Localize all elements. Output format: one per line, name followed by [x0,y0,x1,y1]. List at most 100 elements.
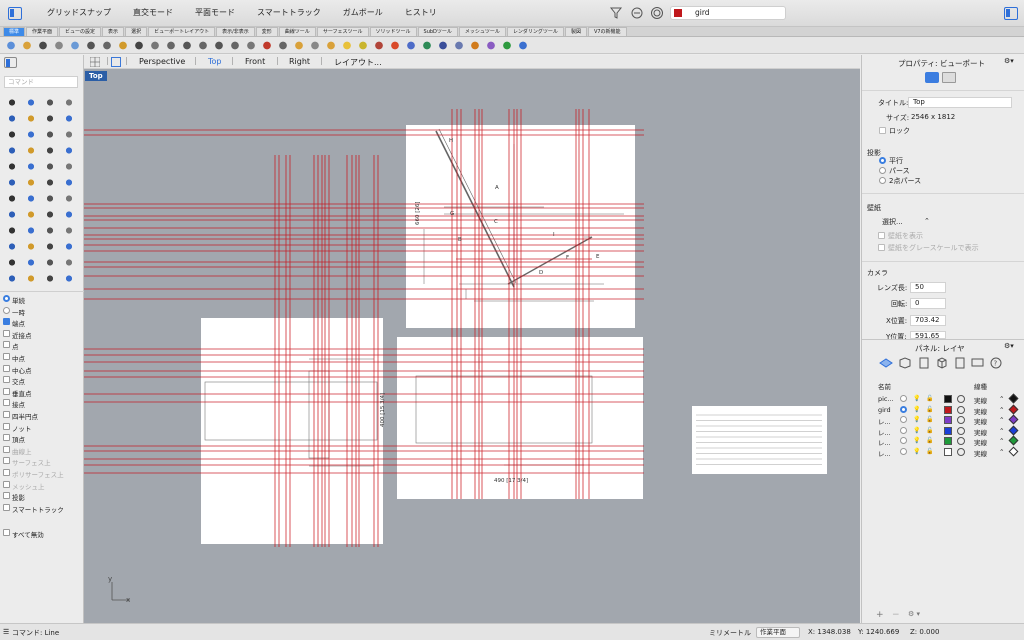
env-icon[interactable] [420,38,434,52]
page-icon[interactable] [955,357,965,369]
xpos-field[interactable]: 703.42 [910,315,946,326]
tool-button[interactable] [24,128,38,141]
car-icon[interactable] [260,38,274,52]
tool-button[interactable] [43,176,57,189]
drawing-letter-label[interactable]: D [539,270,543,276]
tool-button[interactable] [24,208,38,221]
help-icon[interactable]: ? [990,357,1002,369]
add-layer-button[interactable]: + [876,610,884,620]
tool-button[interactable] [24,160,38,173]
gear-icon[interactable]: ⚙▾ [1004,57,1014,65]
tool-button[interactable] [43,208,57,221]
drawing-letter-label[interactable]: F [566,255,569,261]
toolbar-tab[interactable]: レンダリングツール [506,27,564,36]
layer-row[interactable]: レ... 💡 🔓 実線 ⌃ [862,435,1024,447]
wallpaper-select[interactable]: 選択... [882,217,903,227]
material-circle-icon[interactable] [957,426,965,435]
drawing-letter-label[interactable]: B [458,237,462,243]
filter-icon[interactable] [468,38,482,52]
lock-icon[interactable]: 🔓 [926,437,933,444]
drawing-sheet[interactable] [406,125,635,328]
zoom-icon[interactable] [180,38,194,52]
undo-icon[interactable] [132,38,146,52]
grid-icon[interactable] [244,38,258,52]
tab-perspective[interactable]: Perspective [139,57,185,66]
tab-top[interactable]: Top [208,57,222,66]
layer-name[interactable]: レ... [878,448,891,458]
layer-current-radio[interactable] [900,395,907,402]
tool-button[interactable] [43,192,57,205]
material-circle-icon[interactable] [957,395,965,403]
osnap-item[interactable]: 四半円点 [3,411,38,421]
layer-name[interactable]: レ... [878,427,891,437]
dimension-label[interactable]: 400 [15 3/4] [380,393,386,427]
lock-icon[interactable]: 🔓 [926,448,933,455]
osnap-mode-1[interactable]: 一時 [3,306,25,317]
toolbar-tab[interactable]: 標準 [3,27,26,36]
layer-color-swatch[interactable] [944,405,952,414]
osnap-item[interactable]: ポリサーフェス上 [3,469,64,479]
tool-button[interactable] [62,96,76,109]
viewport-title[interactable]: Top [85,71,107,81]
layer-current-radio[interactable] [900,447,907,455]
layer-row[interactable]: レ... 💡 🔓 実線 ⌃ [862,425,1024,437]
tool-button[interactable] [5,160,19,173]
new-file-icon[interactable] [4,38,18,52]
tool-button[interactable] [43,128,57,141]
sidebar-toggle-right-icon[interactable] [1004,7,1018,20]
layer-linetype[interactable]: 実線 [974,395,987,405]
osnap-checkbox[interactable] [3,329,10,337]
chevron-updown-icon[interactable]: ⌃ [999,416,1004,424]
layer-name[interactable]: pic... [878,395,894,403]
osnap-item[interactable]: スマートトラック [3,503,64,514]
osnap-item[interactable]: 垂直点 [3,387,32,398]
drawing-canvas[interactable]: HAGCBIF ED660 [26]400 [15 3/4]490 [17 3/4… [84,69,860,623]
save-icon[interactable] [36,38,50,52]
layer-icon[interactable] [324,38,338,52]
planar-toggle[interactable]: 平面モード [194,7,236,18]
osnap-item[interactable]: 投影 [3,492,25,502]
layer-linetype[interactable]: 実線 [974,416,987,426]
layer-current-radio[interactable] [900,405,907,413]
tool-button[interactable] [5,272,19,285]
ortho-toggle[interactable]: 直交モード [132,7,174,18]
layer-linetype[interactable]: 実線 [974,437,987,447]
tool-button[interactable] [5,144,19,157]
layer-color-swatch[interactable] [944,395,952,403]
osnap-item[interactable]: 点 [3,341,19,351]
title-field[interactable]: Top [908,97,1012,108]
layer-current-radio[interactable] [900,416,907,423]
toolbar-tab[interactable]: 作業平面 [26,27,59,36]
tool-button[interactable] [62,224,76,237]
rotate-view-icon[interactable] [164,38,178,52]
osnap-checkbox[interactable] [3,492,10,500]
drawing-sheet[interactable] [692,406,827,474]
sphere-icon[interactable] [404,38,418,52]
tool-button[interactable] [62,160,76,173]
chevron-updown-icon[interactable]: ⌃ [924,217,930,225]
osnap-checkbox[interactable] [3,529,10,537]
bulb-icon[interactable]: 💡 [913,448,920,455]
tool-button[interactable] [43,224,57,237]
sphere2-icon[interactable] [436,38,450,52]
osnap-item[interactable]: 近接点 [3,329,32,340]
osnap-mode-radio[interactable] [3,306,10,314]
tab-front[interactable]: Front [245,57,265,66]
projection-parallel-radio[interactable] [879,157,886,164]
layer-color-swatch[interactable] [944,447,952,456]
cube-icon[interactable] [937,357,947,369]
tool-button[interactable] [24,96,38,109]
layer-linetype[interactable]: 実線 [974,406,987,416]
osnap-checkbox[interactable] [3,318,10,326]
gumball-icon[interactable] [630,6,644,20]
brush-icon[interactable] [484,38,498,52]
osnap-item[interactable]: 曲線上 [3,445,32,456]
print-color-diamond-icon[interactable] [1008,425,1019,435]
drawing-letter-label[interactable]: C [494,219,498,225]
osnap-item[interactable]: 頂点 [3,434,25,444]
tool-button[interactable] [62,256,76,269]
layer-color-swatch[interactable] [944,426,952,435]
lock-icon[interactable]: 🔓 [926,427,933,434]
panel-icon[interactable] [4,57,17,68]
grid-snap-toggle[interactable]: グリッドスナップ [46,7,112,18]
